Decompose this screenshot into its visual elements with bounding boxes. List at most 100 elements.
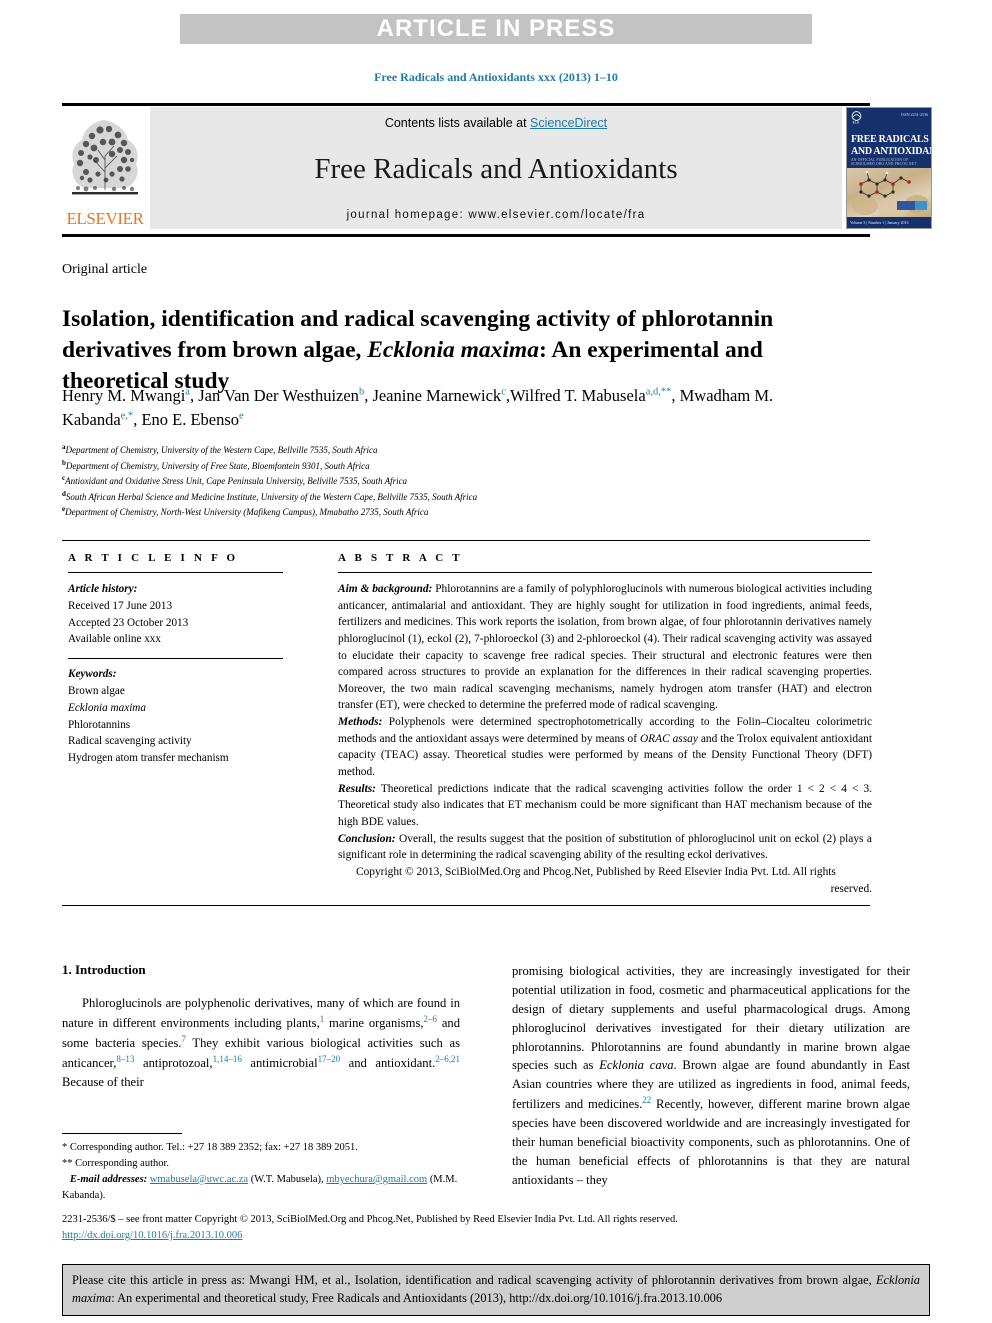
- history-available: Available online xxx: [68, 633, 161, 646]
- abstract-conclusion-label: Conclusion:: [338, 832, 396, 845]
- history-received: Received 17 June 2013: [68, 599, 173, 612]
- email-addresses-line: E-mail addresses: wmabusela@uwc.ac.za (W…: [62, 1172, 462, 1204]
- cite-suffix: : An experimental and theoretical study,…: [111, 1290, 723, 1305]
- keywords-label: Keywords:: [68, 668, 117, 681]
- author-name: Jan Van Der Westhuizenb,: [198, 386, 373, 405]
- footnote-block: * Corresponding author. Tel.: +27 18 389…: [62, 1140, 462, 1204]
- abstract-heading: A B S T R A C T: [338, 552, 463, 564]
- corresponding-author-2: ** Corresponding author.: [62, 1157, 170, 1169]
- article-type-label: Original article: [62, 262, 148, 277]
- abstract-methods-label: Methods:: [338, 716, 383, 729]
- keyword-item: Radical scavenging activity: [68, 735, 192, 748]
- abstract-aim-label: Aim & background:: [338, 583, 433, 595]
- article-in-press-banner: ARTICLE IN PRESS: [180, 14, 812, 44]
- abstract-methods-italic: ORAC assay: [639, 732, 698, 745]
- cover-header: ELS ISSN 2231-2536 FREE RADICALS AND ANT…: [847, 108, 931, 168]
- abstract-copyright: Copyright © 2013, SciBiolMed.Org and Phc…: [356, 865, 836, 878]
- author-affiliation-marker: a,d,**: [645, 386, 672, 398]
- masthead-top-rule: [62, 103, 870, 106]
- affiliation-marker: e: [62, 505, 66, 514]
- cover-subtitle: AN OFFICIAL PUBLICATION OF SCIBIOLMED.OR…: [851, 158, 917, 166]
- journal-homepage[interactable]: journal homepage: www.elsevier.com/locat…: [347, 209, 646, 221]
- intro-paragraph-right: promising biological activities, they ar…: [512, 964, 910, 1187]
- abstract-methods-paragraph: Methods: Polyphenols were determined spe…: [338, 714, 872, 781]
- cover-issn: ISSN 2231-2536: [900, 112, 928, 117]
- cover-elsevier-icon: ELS: [851, 111, 862, 124]
- affiliation-marker: b: [62, 458, 66, 467]
- abstract-aim-paragraph: Aim & background: Phlorotannins are a fa…: [338, 581, 872, 714]
- keyword-item: Brown algae: [68, 684, 125, 697]
- keyword-item: Phlorotannins: [68, 718, 131, 731]
- history-accepted: Accepted 23 October 2013: [68, 616, 189, 629]
- elsevier-tree-icon: [72, 120, 138, 195]
- intro-paragraph-left: Phloroglucinols are polyphenolic derivat…: [62, 996, 461, 1090]
- author-affiliation-marker: c: [501, 386, 506, 398]
- author-name: Wilfred T. Mabuselaa,d,**,: [509, 386, 680, 405]
- article-history-block: Article history: Received 17 June 2013 A…: [68, 581, 283, 648]
- abstract-aim-text: Phlorotannins are a family of polyphloro…: [338, 583, 872, 712]
- page-title: Isolation, identification and radical sc…: [62, 304, 802, 397]
- contents-prefix: Contents lists available at: [384, 116, 531, 130]
- elsevier-wordmark: ELSEVIER: [66, 209, 144, 228]
- journal-title: Free Radicals and Antioxidants: [314, 153, 678, 185]
- affiliation-marker: a: [62, 443, 66, 451]
- email-link-mabusela[interactable]: wmabusela@uwc.ac.za: [150, 1174, 248, 1185]
- keyword-item: Hydrogen atom transfer mechanism: [68, 752, 229, 765]
- affiliation-list: aDepartment of Chemistry, University of …: [62, 442, 862, 520]
- cover-title-line1: FREE RADICALS: [851, 134, 929, 145]
- body-column-right: promising biological activities, they ar…: [512, 962, 910, 1190]
- abstract-results-text: Theoretical predictions indicate that th…: [338, 782, 872, 828]
- abstract-results-label: Results:: [338, 782, 376, 795]
- author-affiliation-marker: a: [185, 386, 190, 398]
- introduction-heading: 1. Introduction: [62, 962, 146, 977]
- molecule-structure-icon: [852, 170, 929, 218]
- abstract-conclusion-text: Overall, the results suggest that the po…: [338, 832, 872, 862]
- front-matter-text: 2231-2536/$ – see front matter Copyright…: [62, 1214, 678, 1225]
- affiliation-item: bDepartment of Chemistry, University of …: [62, 458, 370, 471]
- email-link-kabanda[interactable]: mbyechura@gmail.com: [326, 1174, 427, 1185]
- svg-text:ELS: ELS: [853, 120, 860, 124]
- author-name: Eno E. Ebensoe: [141, 409, 244, 429]
- abstract-conclusion-paragraph: Conclusion: Overall, the results suggest…: [338, 831, 872, 864]
- article-info-rule-1: [68, 572, 283, 573]
- masthead-bottom-rule: [62, 234, 870, 237]
- cite-prefix: Please cite this article in press as: Mw…: [72, 1273, 876, 1287]
- article-info-rule-2: [68, 658, 283, 660]
- abstract-body: Aim & background: Phlorotannins are a fa…: [338, 581, 872, 897]
- author-name: Henry M. Mwangia,: [62, 386, 199, 405]
- elsevier-logo: ELSEVIER: [62, 107, 148, 229]
- front-matter-block: 2231-2536/$ – see front matter Copyright…: [62, 1212, 892, 1244]
- doi-link[interactable]: http://dx.doi.org/10.1016/j.fra.2013.10.…: [62, 1230, 242, 1241]
- journal-header-box: Contents lists available at ScienceDirec…: [150, 107, 842, 229]
- journal-cover-thumbnail[interactable]: ELS ISSN 2231-2536 FREE RADICALS AND ANT…: [846, 107, 932, 229]
- keywords-block: Keywords: Brown algae Ecklonia maxima Ph…: [68, 666, 283, 767]
- affiliation-item: dSouth African Herbal Science and Medici…: [62, 489, 478, 502]
- footnote-rule: [62, 1133, 182, 1134]
- email-addresses-label: E-mail addresses:: [69, 1173, 148, 1185]
- running-head: Free Radicals and Antioxidants xxx (2013…: [374, 70, 618, 84]
- affiliation-marker: c: [62, 474, 66, 483]
- abstract-rule: [338, 572, 872, 573]
- body-column-left: 1. Introduction Phloroglucinols are poly…: [62, 962, 460, 1092]
- article-info-column: A R T I C L E I N F O Article history: R…: [68, 552, 283, 767]
- affiliation-item: eDepartment of Chemistry, North-West Uni…: [62, 505, 429, 518]
- abstract-bottom-rule: [62, 905, 870, 906]
- author-list: Henry M. Mwangia, Jan Van Der Westhuizen…: [62, 384, 842, 432]
- info-abstract-top-rule: [62, 540, 870, 541]
- keyword-item: Ecklonia maxima: [68, 701, 146, 714]
- article-in-press-label: ARTICLE IN PRESS: [376, 15, 616, 42]
- journal-masthead: ELSEVIER Contents lists available at Sci…: [62, 107, 932, 229]
- article-history-label: Article history:: [68, 583, 138, 595]
- author-affiliation-marker: e,*: [120, 410, 134, 422]
- abstract-column: A B S T R A C T Aim & background: Phloro…: [338, 552, 872, 897]
- email-owner-1: (W.T. Mabusela),: [248, 1173, 327, 1185]
- contents-lists-line: Contents lists available at ScienceDirec…: [385, 116, 607, 130]
- paper-page: ARTICLE IN PRESS Free Radicals and Antio…: [0, 0, 992, 1323]
- abstract-results-paragraph: Results: Theoretical predictions indicat…: [338, 781, 872, 831]
- affiliation-marker: d: [62, 489, 66, 498]
- affiliation-item: cAntioxidant and Oxidative Stress Unit, …: [62, 474, 408, 487]
- cite-this-article-box: Please cite this article in press as: Mw…: [62, 1264, 930, 1317]
- title-species: Ecklonia maxima: [367, 336, 539, 363]
- author-name: Jeanine Marnewickc,: [372, 386, 510, 405]
- sciencedirect-link[interactable]: ScienceDirect: [530, 116, 607, 130]
